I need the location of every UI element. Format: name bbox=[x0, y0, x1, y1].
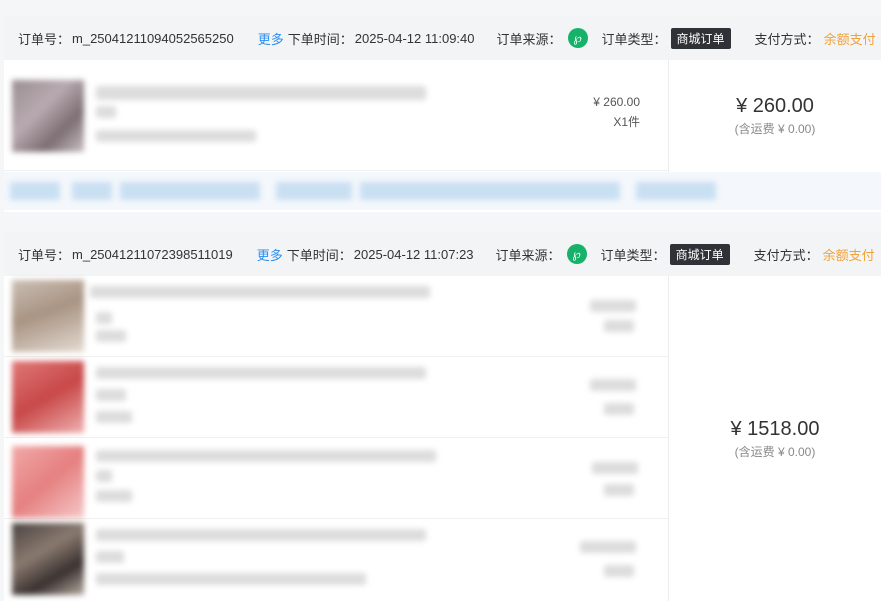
order-type-badge: 商城订单 bbox=[670, 27, 731, 49]
product-thumbnail bbox=[12, 523, 84, 595]
order-total: ¥ 1518.00 bbox=[730, 417, 820, 440]
item-quantity: X1件 bbox=[613, 115, 640, 129]
item-qty-blurred bbox=[604, 565, 634, 577]
product-sku-blurred bbox=[96, 490, 132, 502]
order-no-label: 订单号： bbox=[18, 31, 71, 47]
item-price-blurred bbox=[590, 300, 636, 312]
item-price-blurred bbox=[580, 541, 636, 553]
order-freight: (含运费 ¥ 0.00) bbox=[734, 444, 816, 459]
more-link[interactable]: 更多 bbox=[257, 245, 283, 264]
order-header: 订单号： m_25041211094052565250 更多 下单时间： 202… bbox=[4, 16, 881, 60]
order-time-value: 2025-04-12 11:07:23 bbox=[353, 246, 474, 262]
product-spec-blurred bbox=[96, 470, 112, 482]
order-total-block: ¥ 260.00 (含运费 ¥ 0.00) bbox=[669, 60, 881, 172]
order-body: ¥ 1518.00 (含运费 ¥ 0.00) bbox=[4, 276, 881, 601]
product-thumbnail bbox=[12, 361, 84, 433]
product-spec-blurred bbox=[96, 106, 116, 118]
item-price-block: ¥ 260.00 X1件 bbox=[593, 92, 640, 132]
product-sku-blurred bbox=[96, 411, 132, 423]
order-no-value: m_25041211072398511019 bbox=[72, 246, 233, 262]
list-item[interactable] bbox=[4, 357, 668, 438]
order-card: 订单号： m_25041211072398511019 更多 下单时间： 202… bbox=[4, 232, 881, 601]
product-title-blurred bbox=[96, 86, 426, 100]
product-thumbnail bbox=[12, 280, 84, 352]
item-qty-blurred bbox=[604, 403, 634, 415]
item-price-blurred bbox=[590, 379, 636, 391]
order-source-label: 订单来源： bbox=[496, 31, 562, 47]
product-spec-blurred bbox=[96, 389, 126, 401]
order-card: 订单号： m_25041211094052565250 更多 下单时间： 202… bbox=[4, 16, 881, 212]
item-price-blurred bbox=[592, 462, 638, 474]
order-time-label: 下单时间： bbox=[286, 247, 352, 263]
order-no-value: m_25041211094052565250 bbox=[72, 30, 234, 46]
list-item[interactable]: ¥ 260.00 X1件 bbox=[4, 60, 668, 171]
product-title-blurred bbox=[96, 367, 426, 379]
order-header: 订单号： m_25041211072398511019 更多 下单时间： 202… bbox=[4, 232, 881, 276]
product-title-blurred bbox=[96, 450, 436, 462]
product-sku-blurred bbox=[96, 573, 366, 585]
order-source-label: 订单来源： bbox=[495, 247, 561, 263]
order-total-block: ¥ 1518.00 (含运费 ¥ 0.00) bbox=[669, 276, 881, 601]
payment-value: 余额支付 bbox=[823, 31, 876, 47]
product-title-blurred bbox=[90, 286, 430, 298]
order-time-value: 2025-04-12 11:09:40 bbox=[354, 30, 475, 46]
list-item[interactable] bbox=[4, 438, 668, 519]
item-qty-blurred bbox=[604, 320, 634, 332]
more-link[interactable]: 更多 bbox=[258, 29, 284, 48]
product-thumbnail bbox=[12, 80, 84, 152]
payment-value: 余额支付 bbox=[822, 247, 875, 263]
product-title-blurred bbox=[96, 529, 426, 541]
list-item[interactable] bbox=[4, 519, 668, 601]
product-sku-blurred bbox=[96, 130, 256, 142]
order-total: ¥ 260.00 bbox=[736, 95, 814, 117]
mini-program-icon: ℘ bbox=[567, 28, 588, 48]
product-spec-blurred bbox=[96, 551, 124, 563]
order-type-label: 订单类型： bbox=[600, 247, 666, 263]
payment-label: 支付方式： bbox=[753, 247, 819, 263]
product-sku-blurred bbox=[96, 330, 126, 342]
order-items bbox=[4, 276, 669, 601]
product-thumbnail bbox=[12, 446, 84, 518]
item-price: ¥ 260.00 bbox=[593, 95, 640, 109]
order-remark-blurred bbox=[4, 172, 881, 210]
payment-label: 支付方式： bbox=[754, 31, 820, 47]
mini-program-icon: ℘ bbox=[566, 244, 587, 264]
order-body: ¥ 260.00 X1件 ¥ 260.00 (含运费 ¥ 0.00) bbox=[4, 60, 881, 172]
order-type-label: 订单类型： bbox=[601, 31, 667, 47]
list-item[interactable] bbox=[4, 276, 668, 357]
item-qty-blurred bbox=[604, 484, 634, 496]
product-spec-blurred bbox=[96, 312, 112, 324]
order-no-label: 订单号： bbox=[18, 247, 71, 263]
order-items: ¥ 260.00 X1件 bbox=[4, 60, 669, 172]
order-type-badge: 商城订单 bbox=[669, 243, 730, 265]
order-freight: (含运费 ¥ 0.00) bbox=[734, 122, 816, 136]
order-time-label: 下单时间： bbox=[287, 31, 353, 47]
